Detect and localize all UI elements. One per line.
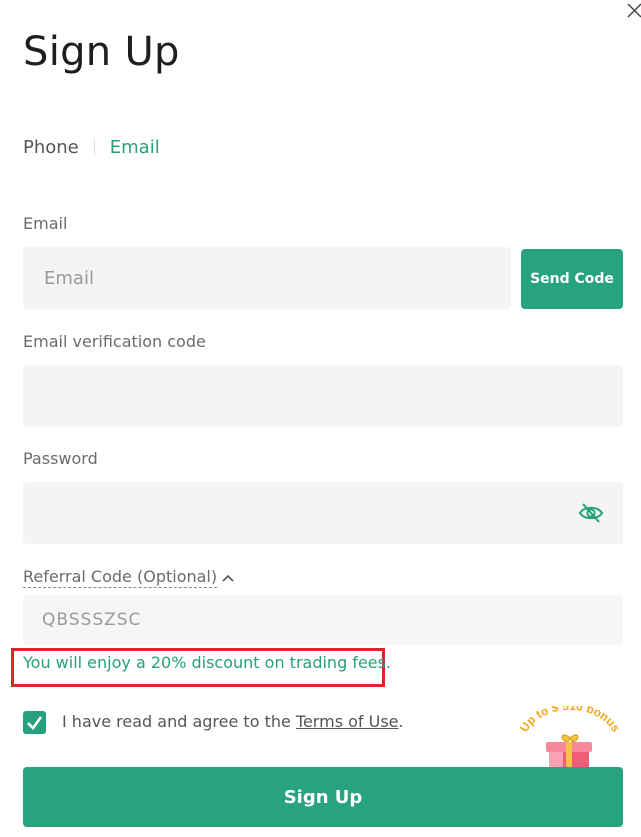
referral-code-field[interactable] — [23, 595, 623, 645]
tab-email[interactable]: Email — [110, 137, 160, 158]
password-visibility-toggle[interactable] — [577, 500, 605, 526]
send-code-button[interactable]: Send Code — [521, 249, 623, 309]
eye-hidden-icon — [578, 503, 604, 523]
verification-code-field[interactable] — [23, 365, 623, 427]
email-label: Email — [23, 214, 68, 233]
svg-text:Up to $ 510 bonus: Up to $ 510 bonus — [518, 706, 622, 735]
checkmark-icon — [27, 716, 43, 730]
page-title: Sign Up — [23, 29, 180, 75]
sign-up-button[interactable]: Sign Up — [23, 767, 623, 827]
referral-code-label: Referral Code (Optional) — [23, 567, 218, 588]
terms-agreement: I have read and agree to the Terms of Us… — [62, 712, 404, 731]
chevron-up-icon — [222, 574, 234, 582]
close-icon — [627, 3, 641, 18]
referral-code-toggle[interactable]: Referral Code (Optional) — [23, 567, 234, 588]
terms-agreement-text: I have read and agree to the — [62, 712, 296, 731]
verification-code-label: Email verification code — [23, 332, 206, 351]
password-label: Password — [23, 449, 98, 468]
signup-method-tabs: Phone Email — [23, 134, 160, 160]
terms-of-use-link[interactable]: Terms of Use — [296, 712, 399, 731]
email-field[interactable] — [23, 247, 511, 309]
tab-divider — [93, 139, 95, 155]
password-field[interactable] — [23, 482, 623, 544]
close-button[interactable] — [624, 0, 641, 22]
terms-agreement-suffix: . — [398, 712, 404, 731]
discount-message: You will enjoy a 20% discount on trading… — [23, 653, 392, 672]
tab-phone[interactable]: Phone — [23, 137, 79, 158]
bonus-text: Up to $ 510 bonus — [517, 699, 623, 735]
terms-checkbox[interactable] — [23, 711, 46, 734]
